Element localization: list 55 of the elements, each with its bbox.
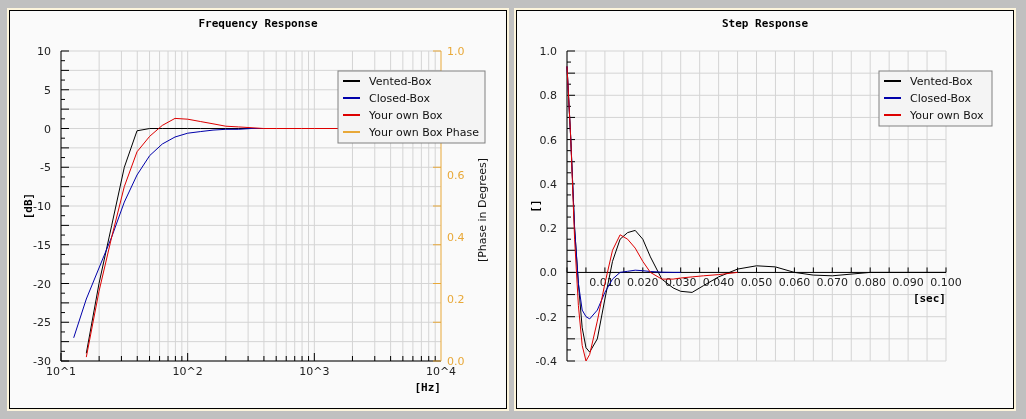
axis-title: [sec] xyxy=(912,292,946,306)
tick-label: 0.0 xyxy=(447,355,465,368)
legend-line xyxy=(883,97,902,99)
legend-label: Your own Box xyxy=(910,109,984,122)
tick-label: 0.070 xyxy=(816,276,849,290)
tick-label: 0.060 xyxy=(778,276,811,290)
tick-label: 10^4 xyxy=(425,365,457,378)
tick-label: 0.090 xyxy=(892,276,924,290)
chart-title: Frequency Response xyxy=(198,15,318,32)
tick-label: 0.2 xyxy=(447,293,465,306)
tick-label: 10^3 xyxy=(299,365,330,378)
tick-label: -5 xyxy=(40,161,51,175)
tick-label: 10^2 xyxy=(172,365,203,378)
tick-label: 1.0 xyxy=(539,45,557,58)
tick-label: 0.6 xyxy=(539,133,557,147)
tick-label: -0.2 xyxy=(535,310,557,324)
axis-title: [] xyxy=(529,199,542,213)
tick-label: 0.100 xyxy=(930,276,962,290)
tick-label: 0.6 xyxy=(447,169,465,182)
axis-title: [Phase in Degrees] xyxy=(476,157,489,263)
legend-line xyxy=(342,131,361,133)
tick-label: 0.0 xyxy=(539,266,557,280)
tick-label: -20 xyxy=(33,277,51,291)
tick-label: -0.4 xyxy=(535,355,557,368)
legend-line xyxy=(883,80,902,82)
tick-label: 0 xyxy=(44,122,51,136)
tick-label: 1.0 xyxy=(447,45,465,58)
legend-label: Your own Box Phase xyxy=(369,126,479,139)
legend-label: Closed-Box xyxy=(910,92,971,105)
tick-label: -10 xyxy=(33,200,51,213)
chart-title: Step Response xyxy=(721,15,809,32)
legend-line xyxy=(342,114,361,116)
legend-line xyxy=(342,80,361,82)
tick-label: -15 xyxy=(33,238,51,252)
legend-line xyxy=(883,114,902,116)
legend-label: Closed-Box xyxy=(369,92,430,105)
legend-label: Your own Box xyxy=(369,109,443,122)
tick-label: 0.080 xyxy=(854,276,886,290)
axis-title: [Hz] xyxy=(414,381,441,394)
legend-label: Vented-Box xyxy=(910,75,973,88)
tick-label: 0.4 xyxy=(447,231,465,244)
tick-label: 0.2 xyxy=(539,222,557,236)
tick-label: 5 xyxy=(44,83,51,97)
tick-label: 0.020 xyxy=(627,276,659,290)
tick-label: 10 xyxy=(37,45,51,58)
axis-title: [dB] xyxy=(22,192,35,220)
tick-label: 10^1 xyxy=(45,365,77,378)
tick-label: 0.4 xyxy=(539,177,557,191)
tick-label: 0.030 xyxy=(664,276,697,290)
tick-label: -30 xyxy=(33,355,51,368)
legend-line xyxy=(342,97,361,99)
tick-label: 0.8 xyxy=(539,89,557,103)
tick-label: 0.050 xyxy=(740,276,773,290)
tick-label: -25 xyxy=(33,316,51,330)
legend-label: Vented-Box xyxy=(369,75,432,88)
